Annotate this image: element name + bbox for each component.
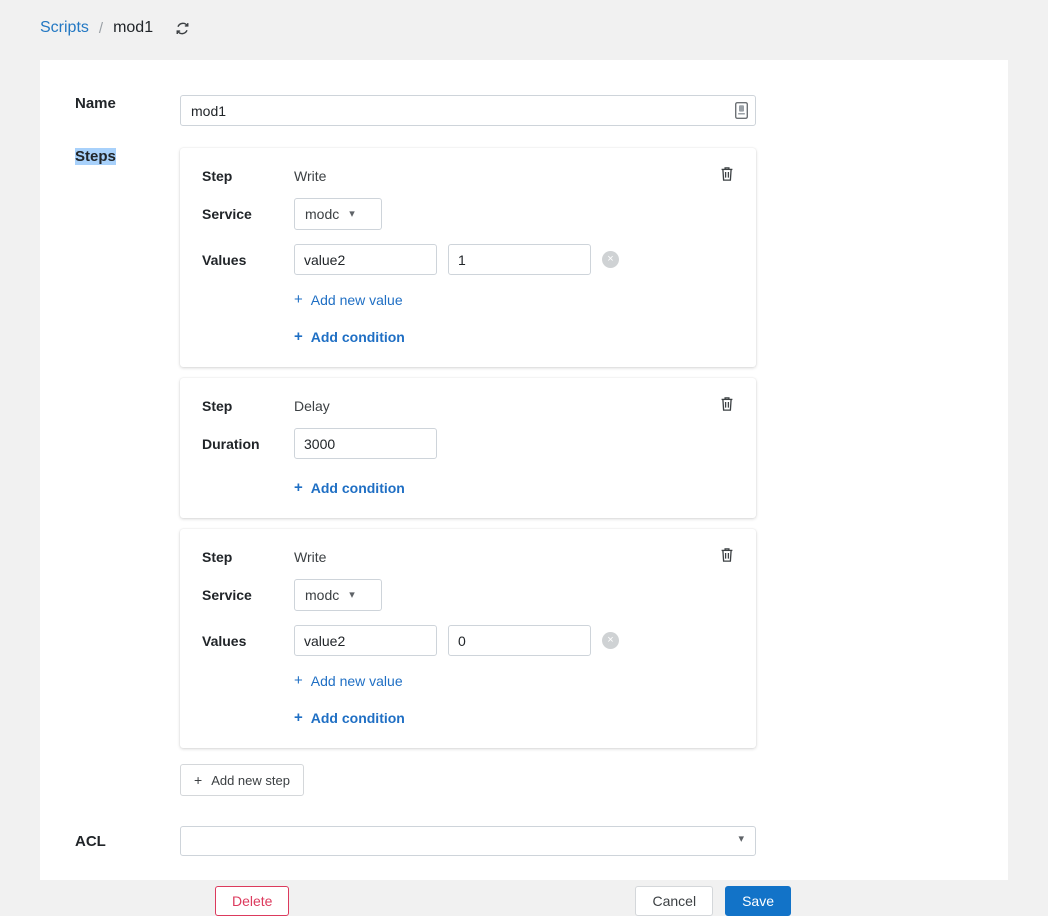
- plus-icon: +: [294, 291, 303, 308]
- service-select-value: modc: [305, 206, 339, 222]
- value-key-input[interactable]: [294, 625, 437, 656]
- add-new-step-label: Add new step: [211, 773, 290, 788]
- add-condition-link[interactable]: + Add condition: [294, 328, 405, 345]
- service-select[interactable]: modc ▾: [294, 198, 382, 230]
- add-condition-row: + Add condition: [294, 709, 734, 726]
- script-editor-panel: Name Steps: [40, 60, 1008, 880]
- password-manager-icon[interactable]: [733, 99, 749, 121]
- duration-input[interactable]: [294, 428, 437, 459]
- save-button[interactable]: Save: [725, 886, 791, 916]
- add-new-step-button[interactable]: + Add new step: [180, 764, 304, 796]
- step-type-value: Write: [294, 168, 326, 184]
- steps-label: Steps: [75, 148, 116, 165]
- step-card: Step Write Service modc ▾ Values ×: [180, 529, 756, 748]
- add-new-value-label: Add new value: [311, 673, 403, 689]
- name-input[interactable]: [180, 95, 756, 126]
- form-actions: Delete Cancel Save: [40, 886, 791, 916]
- breadcrumb-current-mod1: mod1: [113, 19, 153, 37]
- step-type-value: Delay: [294, 398, 330, 414]
- add-condition-row: + Add condition: [294, 479, 734, 496]
- add-new-value-row: + Add new value: [294, 291, 734, 308]
- name-row: Name: [40, 95, 1008, 126]
- values-label: Values: [202, 633, 294, 649]
- step-label: Step: [202, 549, 294, 565]
- add-condition-link[interactable]: + Add condition: [294, 709, 405, 726]
- service-line: Service modc ▾: [202, 198, 734, 230]
- delete-step-icon[interactable]: [720, 166, 734, 185]
- values-line: Values ×: [202, 625, 734, 656]
- add-new-value-link[interactable]: + Add new value: [294, 672, 403, 689]
- add-new-value-row: + Add new value: [294, 672, 734, 689]
- chevron-down-icon: ▾: [349, 590, 355, 601]
- refresh-icon[interactable]: [175, 21, 190, 36]
- service-label: Service: [202, 587, 294, 603]
- chevron-down-icon: ▾: [349, 209, 355, 220]
- add-condition-link[interactable]: + Add condition: [294, 479, 405, 496]
- steps-list: Step Write Service modc ▾ Values ×: [180, 148, 756, 796]
- step-label: Step: [202, 398, 294, 414]
- values-line: Values ×: [202, 244, 734, 275]
- chevron-down-icon: ▾: [738, 834, 744, 845]
- remove-value-button[interactable]: ×: [602, 251, 619, 268]
- delete-step-icon[interactable]: [720, 396, 734, 415]
- acl-label: ACL: [40, 833, 180, 850]
- cancel-button[interactable]: Cancel: [635, 886, 713, 916]
- add-condition-label: Add condition: [311, 329, 405, 345]
- plus-icon: +: [294, 709, 303, 726]
- add-condition-label: Add condition: [311, 480, 405, 496]
- service-select-value: modc: [305, 587, 339, 603]
- delete-step-icon[interactable]: [720, 547, 734, 566]
- delete-button[interactable]: Delete: [215, 886, 289, 916]
- service-line: Service modc ▾: [202, 579, 734, 611]
- acl-row: ACL ▾: [40, 826, 1008, 856]
- breadcrumb: Scripts / mod1: [0, 0, 1048, 56]
- duration-line: Duration: [202, 428, 734, 459]
- value-value-input[interactable]: [448, 244, 591, 275]
- plus-icon: +: [294, 479, 303, 496]
- step-type-value: Write: [294, 549, 326, 565]
- service-select[interactable]: modc ▾: [294, 579, 382, 611]
- value-value-input[interactable]: [448, 625, 591, 656]
- duration-label: Duration: [202, 436, 294, 452]
- values-label: Values: [202, 252, 294, 268]
- add-condition-label: Add condition: [311, 710, 405, 726]
- acl-select[interactable]: ▾: [180, 826, 756, 856]
- step-type-line: Step Write: [202, 549, 734, 565]
- steps-row: Steps Step Write Service: [40, 148, 1008, 796]
- add-new-value-label: Add new value: [311, 292, 403, 308]
- step-label: Step: [202, 168, 294, 184]
- step-type-line: Step Write: [202, 168, 734, 184]
- plus-icon: +: [194, 772, 202, 788]
- plus-icon: +: [294, 672, 303, 689]
- steps-label-wrap: Steps: [40, 148, 180, 165]
- step-card: Step Write Service modc ▾ Values ×: [180, 148, 756, 367]
- breadcrumb-separator: /: [99, 20, 103, 37]
- plus-icon: +: [294, 328, 303, 345]
- remove-value-button[interactable]: ×: [602, 632, 619, 649]
- step-card: Step Delay Duration + Add condition: [180, 378, 756, 518]
- name-field-wrap: [180, 95, 756, 126]
- value-key-input[interactable]: [294, 244, 437, 275]
- service-label: Service: [202, 206, 294, 222]
- add-new-value-link[interactable]: + Add new value: [294, 291, 403, 308]
- name-label: Name: [40, 95, 180, 112]
- step-type-line: Step Delay: [202, 398, 734, 414]
- breadcrumb-link-scripts[interactable]: Scripts: [40, 19, 89, 37]
- add-condition-row: + Add condition: [294, 328, 734, 345]
